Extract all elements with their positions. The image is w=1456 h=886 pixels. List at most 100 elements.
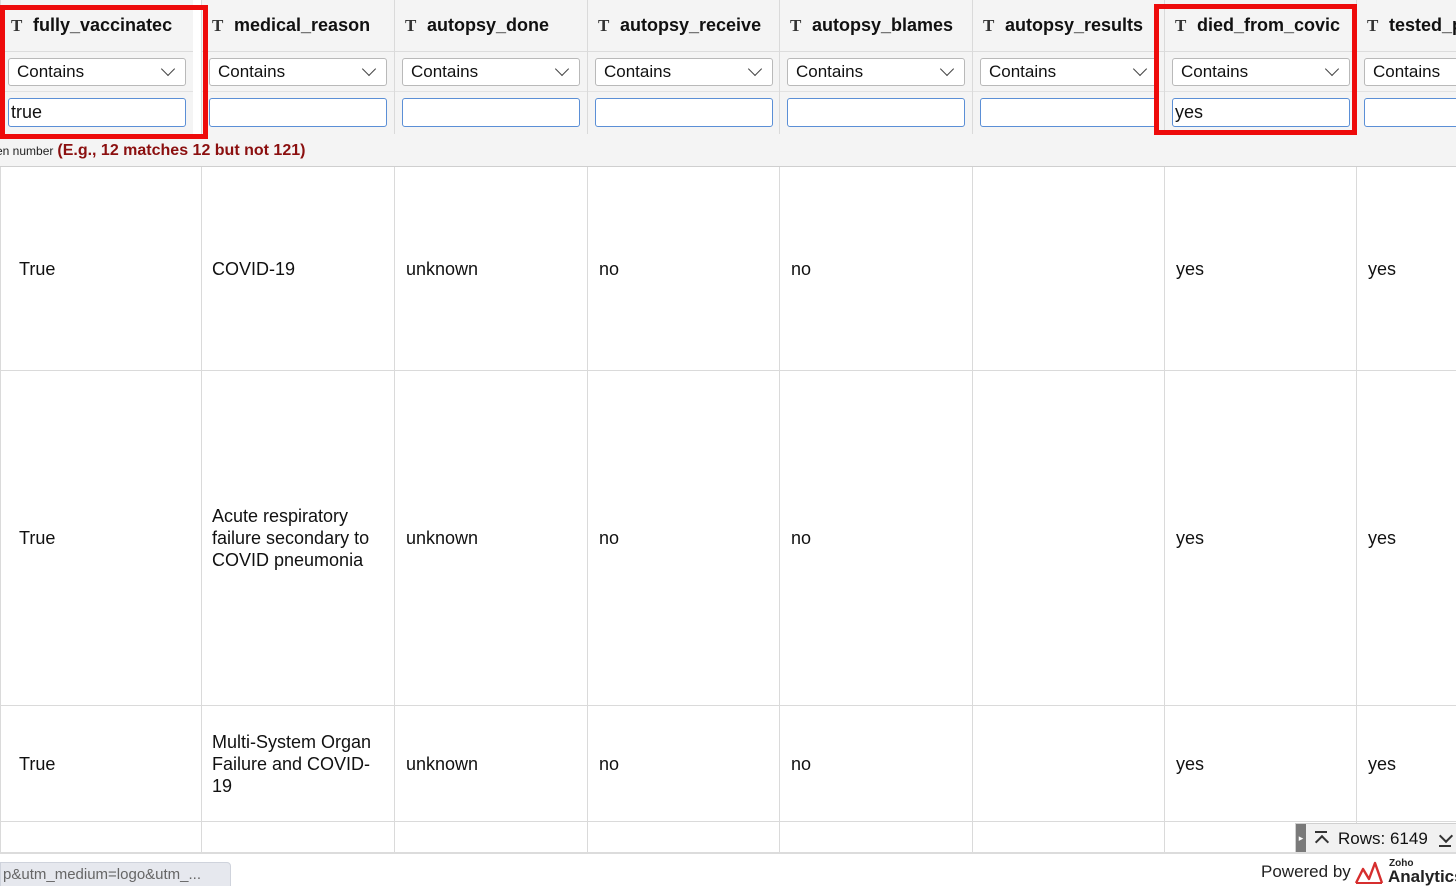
filter-input-row	[588, 92, 780, 134]
column-name: tested_p	[1389, 15, 1456, 35]
hint-text: (E.g., 12 matches 12 but not 121)	[57, 142, 306, 159]
row-count-bar: ▸ Rows: 6149	[1295, 823, 1456, 852]
filter-operator-select[interactable]: Contains	[980, 58, 1158, 86]
collapse-tab[interactable]: ▸	[1296, 823, 1306, 852]
footer: p&utm_medium=logo&utm_... Powered by Zoh…	[0, 852, 1456, 886]
filter-operator-select[interactable]: Contains	[209, 58, 387, 86]
chevron-down-icon	[939, 61, 955, 77]
column-name: fully_vaccinatec	[33, 15, 173, 35]
table-cell: unknown	[406, 753, 479, 774]
filter-operator-row: Contains	[1357, 52, 1456, 92]
operator-label: Contains	[604, 62, 672, 81]
column-name: autopsy_results	[1005, 15, 1144, 35]
chevron-down-icon	[1324, 61, 1340, 77]
filter-input-row: true	[1, 92, 193, 134]
table-cell	[965, 706, 1158, 821]
column-name: died_from_covic	[1197, 15, 1341, 35]
filter-operator-row: Contains	[973, 52, 1165, 92]
scroll-to-top-icon[interactable]	[1314, 830, 1330, 848]
table-cell: no	[791, 528, 812, 548]
operator-label: Contains	[1181, 62, 1249, 81]
filter-operator-row: Contains	[1, 52, 193, 92]
table-cell: no	[599, 528, 620, 548]
scroll-to-bottom-icon[interactable]	[1438, 830, 1454, 848]
filter-input[interactable]	[595, 98, 773, 127]
operator-label: Contains	[989, 62, 1057, 81]
table-cell: yes	[1176, 528, 1205, 548]
column-header[interactable]: T autopsy_results	[973, 0, 1165, 52]
table-cell: Multi-System Organ Failure and COVID-19	[212, 731, 372, 796]
table-cell: True	[19, 528, 56, 548]
filter-operator-row: Contains	[1165, 52, 1357, 92]
table-row[interactable]	[0, 822, 1456, 852]
filter-input-row: yes	[1165, 92, 1357, 134]
zoho-analytics-logo-icon[interactable]	[1354, 859, 1384, 885]
filter-hint-bar: en number (E.g., 12 matches 12 but not 12…	[0, 134, 1456, 167]
filter-operator-select[interactable]: Contains	[8, 58, 186, 86]
filter-input[interactable]	[980, 98, 1158, 127]
data-grid: T fully_vaccinatec Contains true T medic…	[0, 0, 1456, 852]
column-header[interactable]: T autopsy_done	[395, 0, 587, 52]
filter-input[interactable]: true	[8, 98, 186, 127]
table-cell: True	[19, 258, 56, 279]
table-cell	[965, 167, 1158, 370]
filter-operator-row: Contains	[588, 52, 780, 92]
column-header[interactable]: T autopsy_receive	[588, 0, 780, 52]
chevron-down-icon	[1132, 61, 1148, 77]
operator-label: Contains	[17, 62, 85, 81]
column-name: medical_reason	[234, 15, 371, 35]
text-type-icon: T	[1367, 15, 1379, 35]
filter-input[interactable]	[1364, 98, 1456, 127]
column-name: autopsy_blames	[812, 15, 954, 35]
table-cell: yes	[1368, 258, 1397, 279]
table-cell: unknown	[406, 258, 479, 279]
filter-operator-row: Contains	[780, 52, 972, 92]
filter-operator-select[interactable]: Contains	[1364, 58, 1456, 86]
table-cell: no	[791, 258, 812, 279]
filter-input[interactable]: yes	[1172, 98, 1350, 127]
text-type-icon: T	[11, 15, 23, 35]
filter-operator-row: Contains	[395, 52, 587, 92]
chevron-down-icon	[361, 61, 377, 77]
filter-input-row	[1357, 92, 1456, 134]
table-cell	[965, 371, 1158, 705]
text-type-icon: T	[598, 15, 610, 35]
filter-operator-select[interactable]: Contains	[1172, 58, 1350, 86]
column-header[interactable]: T autopsy_blames	[780, 0, 972, 52]
chevron-down-icon	[554, 61, 570, 77]
hint-prefix: en number	[0, 144, 54, 158]
table-cell: True	[19, 753, 56, 774]
operator-label: Contains	[1373, 62, 1441, 81]
column-header[interactable]: T died_from_covic	[1165, 0, 1357, 52]
filter-input[interactable]	[209, 98, 387, 127]
filter-input-row	[395, 92, 587, 134]
column-header[interactable]: T tested_p	[1357, 0, 1456, 52]
logo-brand-text: Analytics	[1388, 867, 1456, 886]
table-row[interactable]: True COVID-19 unknown no no yes yes	[0, 167, 1456, 371]
table-row[interactable]: True Multi-System Organ Failure and COVI…	[0, 706, 1456, 822]
filter-operator-select[interactable]: Contains	[787, 58, 965, 86]
filter-input-row	[202, 92, 394, 134]
table-cell: no	[599, 753, 620, 774]
column-name: autopsy_receive	[620, 15, 762, 35]
column-header[interactable]: T fully_vaccinatec	[1, 0, 193, 52]
operator-label: Contains	[796, 62, 864, 81]
column-name: autopsy_done	[427, 15, 550, 35]
text-type-icon: T	[790, 15, 802, 35]
table-cell: unknown	[406, 528, 479, 548]
table-cell: COVID-19	[212, 258, 296, 279]
filter-operator-row: Contains	[202, 52, 394, 92]
table-cell: yes	[1176, 753, 1205, 774]
filter-input[interactable]	[402, 98, 580, 127]
text-type-icon: T	[212, 15, 224, 35]
table-cell: no	[599, 258, 620, 279]
filter-operator-select[interactable]: Contains	[595, 58, 773, 86]
table-row[interactable]: True Acute respiratory failure secondary…	[0, 371, 1456, 706]
filter-input-row	[780, 92, 972, 134]
filter-input[interactable]	[787, 98, 965, 127]
powered-by-label: Powered by	[1261, 862, 1351, 881]
filter-operator-select[interactable]: Contains	[402, 58, 580, 86]
column-header[interactable]: T medical_reason	[202, 0, 394, 52]
table-body: True COVID-19 unknown no no yes yes True…	[0, 167, 1456, 852]
table-cell: yes	[1368, 753, 1397, 774]
